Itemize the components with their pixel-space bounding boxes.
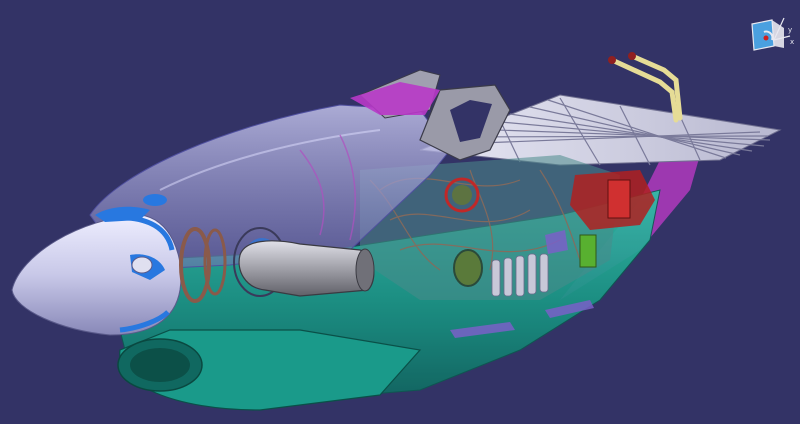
- exhaust-duct[interactable]: [238, 240, 375, 297]
- lower-air-intake[interactable]: [117, 329, 422, 411]
- engine-nacelle-model[interactable]: [0, 0, 800, 424]
- cad-3d-viewport[interactable]: y x: [0, 0, 800, 424]
- pipe-cap-right: [628, 52, 636, 60]
- compass-icon[interactable]: y x: [744, 10, 796, 56]
- svg-text:x: x: [790, 38, 794, 46]
- pipe-cap-left: [608, 56, 616, 64]
- svg-text:y: y: [788, 26, 792, 34]
- inspection-port[interactable]: [453, 249, 483, 287]
- nose-cone[interactable]: [11, 214, 182, 336]
